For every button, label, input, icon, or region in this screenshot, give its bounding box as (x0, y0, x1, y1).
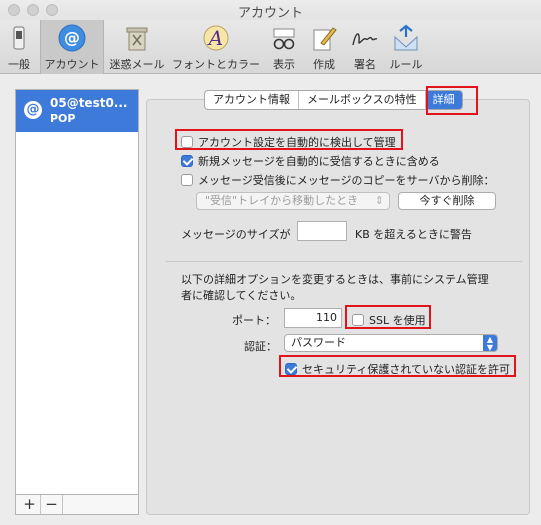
toolbar-item-composing[interactable]: 作成 (304, 20, 344, 74)
svg-text:A: A (207, 26, 223, 50)
include-auto-receive-row[interactable]: 新規メッセージを自動的に受信するときに含める (181, 153, 440, 169)
preferences-window: アカウント 一般 @ アカウント 迷惑メール A フォントとカラー 表示 作成 … (0, 0, 541, 525)
port-label: ポート： (232, 314, 276, 327)
title-bar: アカウント (0, 0, 541, 21)
signature-icon (352, 33, 378, 46)
at-sign-icon: @ (58, 24, 86, 52)
svg-text:@: @ (64, 28, 80, 47)
include-auto-receive-label: 新規メッセージを自動的に受信するときに含める (198, 155, 440, 168)
junk-trash-icon (126, 27, 148, 51)
toolbar-item-viewing[interactable]: 表示 (264, 20, 304, 74)
fonts-colors-icon: A (203, 25, 229, 51)
section-divider (166, 261, 522, 262)
window-title: アカウント (237, 6, 303, 21)
toolbar-item-accounts[interactable]: @ アカウント (40, 20, 104, 74)
toolbar-label-composing: 作成 (313, 58, 335, 71)
highlight-box-insecure-auth (279, 355, 516, 377)
add-account-button[interactable]: + (19, 495, 41, 514)
remove-copy-row[interactable]: メッセージ受信後にメッセージのコピーをサーバから削除： (181, 172, 494, 188)
general-switch-icon (13, 26, 25, 50)
account-name: 05@test0... (50, 96, 128, 110)
remove-account-button[interactable]: − (41, 495, 63, 514)
toolbar-label-rules: ルール (389, 58, 423, 71)
auth-label: 認証： (244, 340, 277, 353)
popup-arrows-icon: ⇕ (374, 194, 384, 207)
port-field[interactable]: 110 (284, 308, 342, 328)
account-list-item[interactable]: @ 05@test0... POP (16, 90, 138, 132)
highlight-box-auto-detect (175, 129, 403, 150)
advanced-notice-line-2: 者に確認してください。 (181, 289, 302, 302)
toolbar-item-signatures[interactable]: 署名 (344, 20, 386, 74)
remove-now-button[interactable]: 今すぐ削除 (398, 192, 496, 210)
toolbar-label-accounts: アカウント (44, 58, 100, 71)
preferences-toolbar: 一般 @ アカウント 迷惑メール A フォントとカラー 表示 作成 署名 ルール (0, 20, 541, 74)
toolbar-label-viewing: 表示 (273, 58, 295, 71)
glasses-icon (273, 28, 295, 50)
highlight-box-advanced-tab (426, 86, 478, 115)
remove-copy-label: メッセージ受信後にメッセージのコピーをサーバから削除： (198, 174, 495, 187)
advanced-notice-line-1: 以下の詳細オプションを変更するときは、事前にシステム管理 (181, 273, 489, 286)
toolbar-label-general: 一般 (8, 58, 30, 71)
size-warning-field[interactable] (297, 221, 347, 241)
highlight-box-ssl (345, 305, 431, 329)
size-warning-suffix: KB を超えるときに警告 (355, 228, 472, 241)
auth-value: パスワード (291, 336, 346, 349)
toolbar-label-signatures: 署名 (354, 58, 376, 71)
compose-icon (313, 27, 337, 51)
auth-select[interactable]: パスワード ▲ ▼ (284, 334, 498, 352)
account-list[interactable]: @ 05@test0... POP (15, 89, 139, 495)
size-warning-prefix: メッセージのサイズが (181, 228, 291, 241)
remove-timing-value: "受信"トレイから移動したとき (205, 194, 359, 207)
toolbar-item-fonts-colors[interactable]: A フォントとカラー (168, 20, 264, 74)
toolbar-item-junk[interactable]: 迷惑メール (106, 20, 168, 74)
account-at-icon: @ (24, 101, 42, 119)
tab-mailbox-behaviors[interactable]: メールボックスの特性 (299, 91, 426, 109)
account-list-footer: + − (15, 495, 139, 515)
rules-icon (394, 24, 418, 51)
account-tabs: アカウント情報 メールボックスの特性 詳細 (204, 90, 463, 110)
toolbar-item-general[interactable]: 一般 (0, 20, 38, 74)
include-auto-receive-checkbox[interactable] (181, 155, 193, 167)
select-arrows-icon: ▲ ▼ (483, 335, 497, 352)
toolbar-label-junk: 迷惑メール (109, 58, 165, 71)
toolbar-label-fonts-colors: フォントとカラー (172, 58, 260, 71)
remove-copy-checkbox[interactable] (181, 174, 193, 186)
account-type: POP (50, 112, 76, 125)
remove-timing-popup[interactable]: "受信"トレイから移動したとき ⇕ (196, 192, 390, 210)
toolbar-item-rules[interactable]: ルール (386, 20, 426, 74)
tab-account-info[interactable]: アカウント情報 (205, 91, 299, 109)
